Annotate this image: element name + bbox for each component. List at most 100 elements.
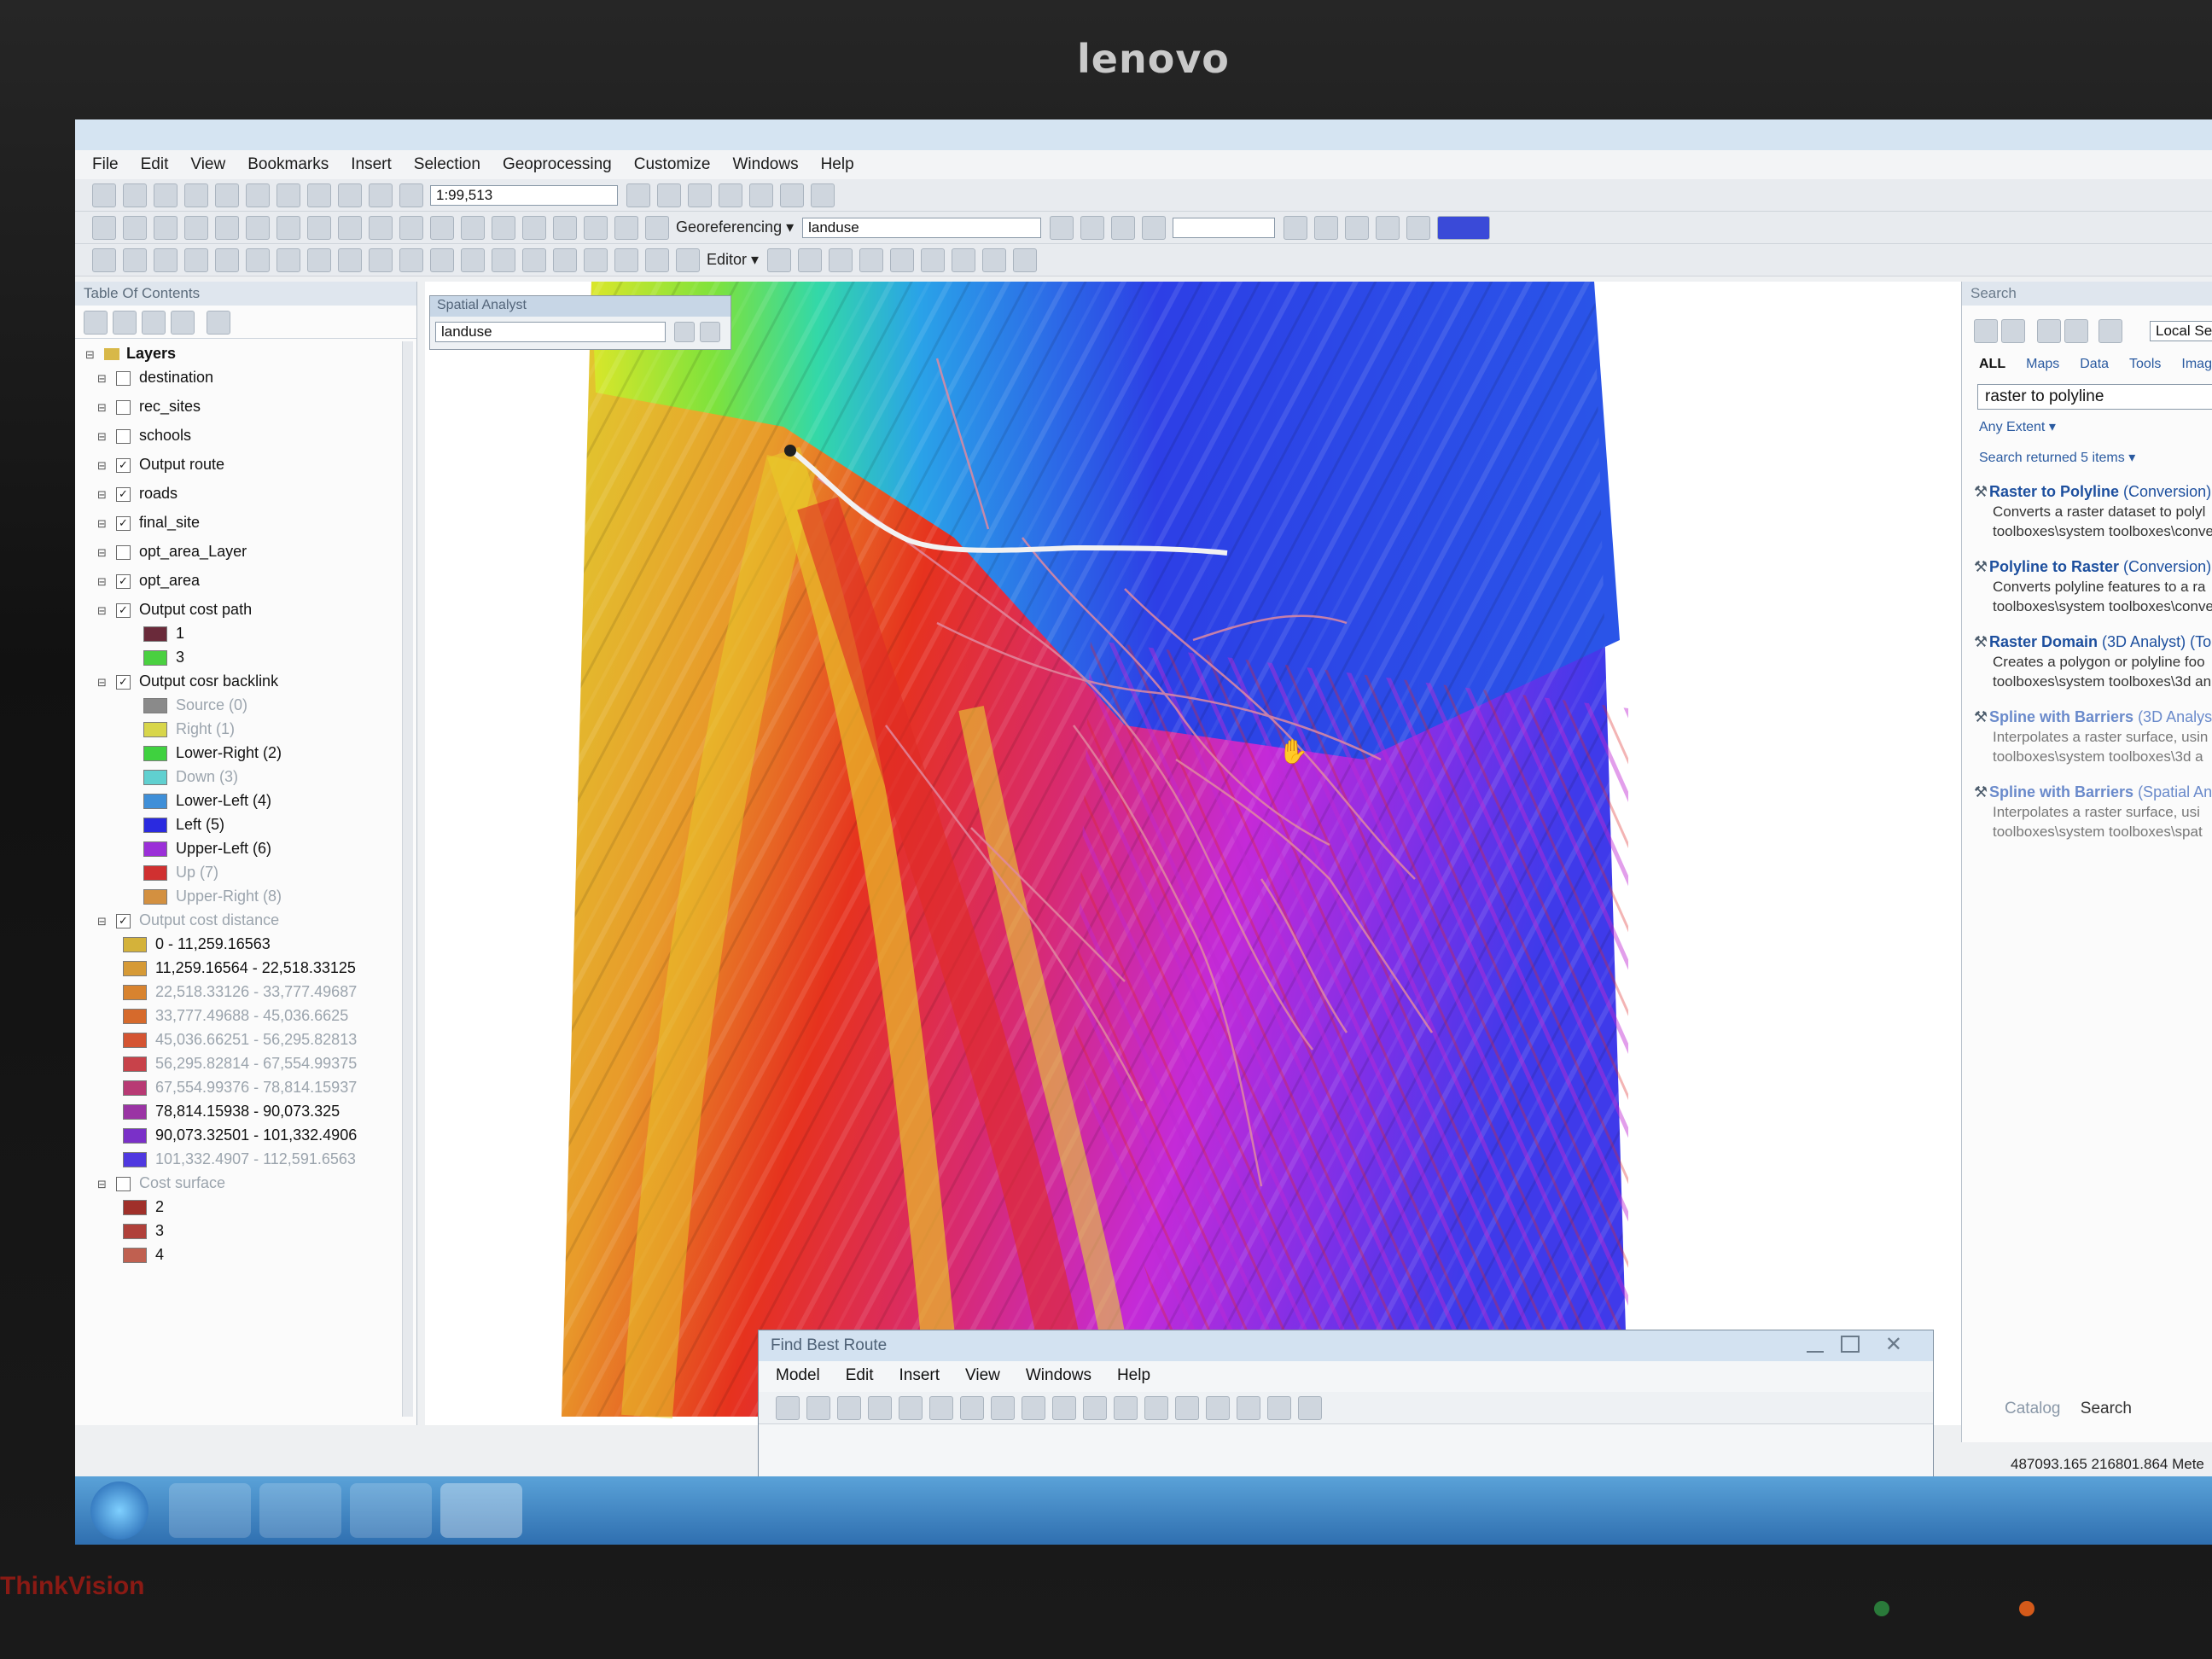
layer-visibility-checkbox[interactable] bbox=[116, 1176, 131, 1191]
reconcile-icon[interactable] bbox=[645, 247, 669, 272]
georef-value-combo[interactable] bbox=[1173, 217, 1276, 238]
catalog-window-icon[interactable] bbox=[688, 183, 712, 207]
validate-check-icon[interactable] bbox=[1267, 1395, 1291, 1420]
draw-fill-color-icon[interactable] bbox=[1437, 215, 1491, 240]
trace-icon[interactable] bbox=[338, 247, 362, 272]
menu-help[interactable]: Help bbox=[821, 155, 854, 174]
identify-icon[interactable] bbox=[430, 215, 454, 240]
dimension-icon[interactable] bbox=[553, 247, 577, 272]
editor-toolbar-icon[interactable] bbox=[626, 183, 650, 207]
search-tab-all[interactable]: ALL bbox=[1979, 357, 2005, 371]
attributes-icon[interactable] bbox=[952, 247, 976, 272]
dialog-menu-edit[interactable]: Edit bbox=[846, 1366, 874, 1385]
midpoint-icon[interactable] bbox=[154, 247, 178, 272]
parcel-icon[interactable] bbox=[522, 247, 546, 272]
close-icon[interactable]: ✕ bbox=[1885, 1332, 1902, 1357]
layout-full-page-icon[interactable] bbox=[1376, 215, 1400, 240]
layer-visibility-checkbox[interactable] bbox=[116, 428, 131, 444]
edit-vertices-icon[interactable] bbox=[798, 247, 823, 272]
reshape-icon[interactable] bbox=[829, 247, 853, 272]
search-result-item[interactable]: ⚒ Raster to Polyline (Conversion) Converts… bbox=[1974, 483, 2212, 540]
georef-rotate-icon[interactable] bbox=[1050, 215, 1074, 240]
cogo-icon[interactable] bbox=[307, 247, 331, 272]
cut-icon[interactable] bbox=[837, 1395, 861, 1420]
forward-arrow-icon[interactable] bbox=[2001, 319, 2025, 343]
select-icon[interactable] bbox=[1206, 1395, 1230, 1420]
file-explorer-icon[interactable] bbox=[259, 1483, 341, 1538]
fixed-zoom-in-icon[interactable] bbox=[215, 215, 239, 240]
search-result-item[interactable]: ⚒ Spline with Barriers (Spatial An Interpo… bbox=[1974, 783, 2212, 841]
pan-icon[interactable] bbox=[1175, 1395, 1199, 1420]
full-extent-icon[interactable] bbox=[1083, 1395, 1107, 1420]
zoom-out-icon[interactable] bbox=[123, 215, 147, 240]
dialog-menu-windows[interactable]: Windows bbox=[1026, 1366, 1091, 1385]
paste-icon[interactable] bbox=[276, 183, 300, 207]
layer-visibility-checkbox[interactable] bbox=[116, 544, 131, 560]
map-display[interactable]: ✋ bbox=[425, 282, 1961, 1425]
layout-zoom-icon[interactable] bbox=[1284, 215, 1308, 240]
maximize-icon[interactable] bbox=[1841, 1336, 1860, 1353]
print-icon[interactable] bbox=[806, 1395, 830, 1420]
edit-annotation-icon[interactable] bbox=[492, 247, 515, 272]
result-title[interactable]: Spline with Barriers (Spatial An bbox=[1989, 783, 2212, 800]
internet-explorer-icon[interactable] bbox=[169, 1483, 251, 1538]
fixed-zoom-icon[interactable] bbox=[1114, 1395, 1138, 1420]
new-icon[interactable] bbox=[92, 183, 116, 207]
cut-icon[interactable] bbox=[215, 183, 239, 207]
layer-visibility-checkbox[interactable] bbox=[116, 573, 131, 589]
paste-icon[interactable] bbox=[899, 1395, 923, 1420]
add-data-icon[interactable] bbox=[399, 183, 423, 207]
list-by-selection-icon[interactable] bbox=[171, 311, 195, 335]
time-slider-icon[interactable] bbox=[645, 215, 669, 240]
select-features-icon[interactable] bbox=[338, 215, 362, 240]
cut-polygons-icon[interactable] bbox=[859, 247, 884, 272]
copy-icon[interactable] bbox=[868, 1395, 892, 1420]
fixed-zoom-out-icon[interactable] bbox=[246, 215, 270, 240]
menu-bookmarks[interactable]: Bookmarks bbox=[247, 155, 329, 174]
menu-file[interactable]: File bbox=[92, 155, 119, 174]
search-result-item[interactable]: ⚒ Spline with Barriers (3D Analyst Interpo… bbox=[1974, 708, 2212, 765]
add-data-icon[interactable] bbox=[1022, 1395, 1045, 1420]
save-icon[interactable] bbox=[154, 183, 178, 207]
toc-layer-opt-area-layer[interactable]: ⊟ opt_area_Layer bbox=[97, 543, 247, 567]
full-extent-icon[interactable] bbox=[184, 215, 208, 240]
layout-pan-icon[interactable] bbox=[1314, 215, 1339, 240]
toc-layer-destination[interactable]: ⊟ destination bbox=[97, 369, 213, 393]
georeferencing-menu[interactable]: Georeferencing ▾ bbox=[676, 218, 794, 236]
create-features-icon[interactable] bbox=[1013, 247, 1038, 272]
search-tab-images[interactable]: Images bbox=[2181, 357, 2212, 371]
list-by-visibility-icon[interactable] bbox=[142, 311, 166, 335]
grid-icon[interactable] bbox=[369, 247, 393, 272]
menu-geoprocessing[interactable]: Geoprocessing bbox=[503, 155, 612, 174]
result-title[interactable]: Spline with Barriers (3D Analyst bbox=[1989, 708, 2212, 725]
georeferencing-layer-combo[interactable]: landuse bbox=[802, 217, 1042, 238]
edit-tool-icon[interactable] bbox=[767, 247, 792, 272]
auto-layout-icon[interactable] bbox=[1052, 1395, 1076, 1420]
home-icon[interactable] bbox=[2037, 319, 2061, 343]
result-title[interactable]: Raster Domain (3D Analyst) (To bbox=[1989, 633, 2211, 650]
run-play-icon[interactable] bbox=[1298, 1395, 1322, 1420]
toc-layer-roads[interactable]: ⊟roads bbox=[97, 485, 178, 509]
local-search-button[interactable]: Local Search bbox=[2150, 321, 2212, 341]
search-input[interactable]: raster to polyline bbox=[1977, 384, 2212, 410]
list-by-source-icon[interactable] bbox=[113, 311, 137, 335]
dialog-menu-help[interactable]: Help bbox=[1117, 1366, 1150, 1385]
editor-menu[interactable]: Editor ▾ bbox=[707, 251, 759, 269]
post-icon[interactable] bbox=[676, 247, 700, 272]
back-arrow-icon[interactable] bbox=[276, 215, 300, 240]
toc-scrollbar[interactable] bbox=[402, 341, 413, 1417]
georef-link-table-icon[interactable] bbox=[1142, 215, 1167, 240]
find-binoculars-icon[interactable] bbox=[553, 215, 577, 240]
zoom-icon[interactable] bbox=[1144, 1395, 1168, 1420]
menu-windows[interactable]: Windows bbox=[733, 155, 799, 174]
dialog-menu-model[interactable]: Model bbox=[776, 1366, 820, 1385]
start-button-icon[interactable] bbox=[90, 1481, 148, 1540]
search-result-item[interactable]: ⚒ Raster Domain (3D Analyst) (To Creates a… bbox=[1974, 633, 2212, 690]
copy-icon[interactable] bbox=[246, 183, 270, 207]
layer-visibility-checkbox[interactable] bbox=[116, 457, 131, 473]
catalog-tab[interactable]: Catalog bbox=[2005, 1400, 2061, 1417]
layout-page-icon[interactable] bbox=[1345, 215, 1370, 240]
search-tab-tools[interactable]: Tools bbox=[2129, 357, 2161, 371]
layer-visibility-checkbox[interactable] bbox=[116, 602, 131, 618]
toc-layer-output-cost-distance[interactable]: ⊟Output cost distance bbox=[97, 911, 279, 935]
